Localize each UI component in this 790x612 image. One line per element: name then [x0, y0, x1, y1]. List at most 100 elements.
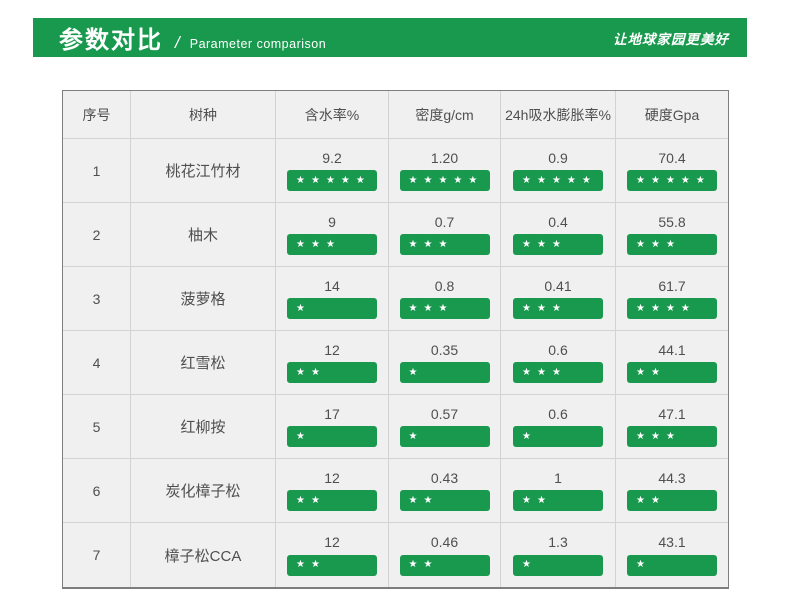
metric-value: 0.9: [548, 149, 568, 166]
star-icon: ★: [522, 174, 531, 186]
metric-value: 0.57: [430, 405, 459, 422]
star-icon: ★: [310, 494, 320, 506]
star-icon: ★: [408, 494, 418, 506]
page-subtitle: Parameter comparison: [189, 37, 327, 51]
star-icon: ★: [296, 494, 305, 506]
star-rating-badge: ★: [287, 298, 377, 320]
star-icon: ★: [296, 302, 305, 314]
star-icon: ★: [468, 174, 478, 186]
star-rating-badge: ★ ★ ★ ★ ★: [513, 170, 603, 192]
metric-cell: 1.20 ★ ★ ★ ★ ★: [389, 139, 501, 203]
star-rating-badge: ★ ★: [399, 490, 490, 512]
star-rating-badge: ★: [627, 554, 717, 576]
star-icon: ★: [355, 174, 365, 186]
metric-cell: 9.2 ★ ★ ★ ★ ★: [276, 139, 389, 203]
star-rating-badge: ★ ★ ★ ★ ★: [627, 170, 717, 192]
row-index-cell: 2: [63, 203, 131, 267]
star-icon: ★: [296, 366, 305, 378]
star-icon: ★: [536, 366, 546, 378]
star-icon: ★: [566, 174, 576, 186]
star-icon: ★: [650, 238, 660, 250]
star-icon: ★: [650, 302, 660, 314]
metric-value: 70.4: [658, 149, 686, 166]
metric-value: 0.6: [548, 405, 568, 422]
metric-cell: 55.8 ★ ★ ★: [616, 203, 728, 267]
species-cell: 红雪松: [131, 331, 276, 395]
star-icon: ★: [680, 302, 690, 314]
star-rating-badge: ★ ★ ★: [287, 234, 377, 256]
metric-cell: 43.1 ★: [616, 523, 728, 587]
star-icon: ★: [551, 366, 561, 378]
star-rating-badge: ★ ★ ★: [513, 234, 603, 256]
metric-value: 0.8: [434, 277, 455, 294]
star-rating-badge: ★ ★: [287, 490, 377, 512]
star-icon: ★: [665, 174, 675, 186]
star-icon: ★: [408, 559, 418, 571]
row-index-cell: 4: [63, 331, 131, 395]
star-icon: ★: [408, 366, 418, 378]
star-icon: ★: [408, 302, 418, 314]
star-rating-badge: ★ ★ ★: [513, 298, 603, 320]
star-rating-badge: ★ ★: [627, 490, 717, 512]
metric-cell: 0.6 ★: [501, 395, 616, 459]
star-icon: ★: [310, 559, 320, 571]
star-icon: ★: [650, 366, 660, 378]
star-icon: ★: [636, 302, 645, 314]
star-icon: ★: [438, 174, 448, 186]
metric-cell: 70.4 ★ ★ ★ ★ ★: [616, 139, 728, 203]
star-icon: ★: [581, 174, 591, 186]
header-cell-species: 树种: [131, 91, 276, 139]
star-icon: ★: [453, 174, 463, 186]
metric-value: 1: [554, 469, 562, 486]
star-icon: ★: [665, 238, 675, 250]
star-rating-badge: ★ ★ ★: [513, 362, 603, 384]
metric-value: 1.3: [548, 534, 568, 551]
metric-value: 44.1: [658, 341, 686, 358]
species-cell: 柚木: [131, 203, 276, 267]
star-rating-badge: ★ ★ ★: [399, 234, 490, 256]
species-cell: 炭化樟子松: [131, 459, 276, 523]
title-divider: /: [175, 33, 180, 52]
metric-cell: 9 ★ ★ ★: [276, 203, 389, 267]
row-index-cell: 3: [63, 267, 131, 331]
star-rating-badge: ★ ★: [287, 554, 377, 576]
metric-cell: 0.43 ★ ★: [389, 459, 501, 523]
species-cell: 红柳按: [131, 395, 276, 459]
row-index-cell: 5: [63, 395, 131, 459]
star-icon: ★: [310, 366, 320, 378]
metric-cell: 0.41 ★ ★ ★: [501, 267, 616, 331]
star-icon: ★: [551, 238, 561, 250]
species-cell: 樟子松CCA: [131, 523, 276, 587]
metric-cell: 1.3 ★: [501, 523, 616, 587]
star-icon: ★: [340, 174, 350, 186]
metric-value: 44.3: [658, 469, 686, 486]
metric-value: 0.4: [548, 213, 568, 230]
star-icon: ★: [296, 430, 305, 442]
star-icon: ★: [522, 238, 531, 250]
star-icon: ★: [296, 174, 305, 186]
star-icon: ★: [522, 302, 531, 314]
metric-value: 9.2: [322, 149, 342, 166]
star-icon: ★: [310, 238, 320, 250]
star-rating-badge: ★ ★: [627, 362, 717, 384]
star-icon: ★: [650, 174, 660, 186]
row-index-cell: 6: [63, 459, 131, 523]
metric-cell: 0.57 ★: [389, 395, 501, 459]
header-cell-index: 序号: [63, 91, 131, 139]
star-rating-badge: ★ ★ ★ ★ ★: [399, 170, 490, 192]
metric-cell: 12 ★ ★: [276, 523, 389, 587]
star-rating-badge: ★: [513, 554, 603, 576]
star-icon: ★: [636, 366, 645, 378]
metric-value: 12: [324, 469, 340, 486]
row-index-cell: 7: [63, 523, 131, 587]
star-icon: ★: [665, 302, 675, 314]
star-rating-badge: ★ ★ ★ ★ ★: [287, 170, 377, 192]
star-icon: ★: [522, 494, 531, 506]
star-rating-badge: ★: [399, 426, 490, 448]
star-rating-badge: ★ ★: [399, 554, 490, 576]
row-index-cell: 1: [63, 139, 131, 203]
star-icon: ★: [636, 238, 645, 250]
page-title: 参数对比: [59, 27, 163, 54]
species-cell: 菠萝格: [131, 267, 276, 331]
metric-cell: 0.4 ★ ★ ★: [501, 203, 616, 267]
